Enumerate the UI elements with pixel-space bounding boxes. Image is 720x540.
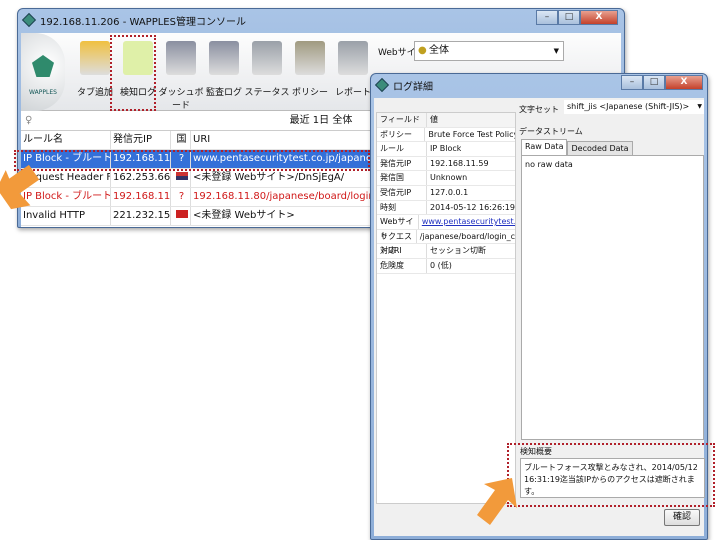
app-icon: [374, 77, 390, 93]
raw-data-text: no raw data: [525, 160, 573, 169]
field-value: 192.168.11.59: [430, 158, 489, 168]
column-header[interactable]: 発信元IP: [111, 131, 171, 149]
report-icon: [338, 41, 368, 75]
field-table-header: フィールド値: [377, 113, 515, 128]
maximize-button[interactable]: □: [558, 10, 580, 25]
field-name: 時刻: [377, 200, 427, 215]
field-row: ポリシー Brute Force Test Policy: [377, 127, 515, 143]
column-header[interactable]: 国: [171, 131, 191, 149]
wapples-logo-icon: [32, 55, 54, 77]
field-table: フィールド値 ポリシー Brute Force Test Policy ルール IP …: [376, 112, 516, 504]
arrow-icon: [477, 478, 517, 525]
filter-text: 最近 1日 全体: [289, 115, 353, 126]
highlight-selected-row: [14, 150, 370, 171]
add-tab-icon: [80, 41, 110, 75]
field-name: 対応: [377, 244, 427, 258]
toolbar-label: 監査ログ: [205, 88, 242, 98]
field-row: Webサイトwww.pentasecuritytest.co.jp: [377, 215, 515, 240]
country-cell: [171, 207, 191, 225]
field-value: IP Block: [430, 144, 462, 154]
field-name: 発信国: [377, 171, 427, 185]
value-header: 値: [430, 115, 438, 124]
globe-icon: ●: [418, 45, 427, 56]
minimize-button[interactable]: –: [621, 75, 643, 90]
field-row: 発信元IP 192.168.11.59: [377, 156, 515, 172]
field-value: /japanese/board/login_chk.php: [419, 231, 515, 241]
highlight-detection-summary: [507, 443, 715, 507]
field-value: 2014-05-12 16:26:19: [430, 202, 515, 212]
wapples-logo: WAPPLES: [21, 33, 65, 111]
main-title: 192.168.11.206 - WAPPLES管理コンソール: [40, 16, 246, 28]
dialog-window-controls: – □ X: [621, 75, 703, 90]
field-row: リクエストURI/japanese/board/login_chk.php: [377, 229, 515, 255]
field-value: 127.0.0.1: [430, 187, 469, 197]
toolbar-label: ポリシー: [291, 88, 328, 98]
chevron-down-icon: ▼: [697, 103, 702, 110]
flag-icon: [175, 210, 188, 218]
field-row: 時刻 2014-05-12 16:26:19: [377, 200, 515, 216]
website-value: 全体: [429, 45, 449, 56]
field-value: 0 (低): [430, 260, 452, 270]
toolbar-button[interactable]: ポリシー: [286, 41, 334, 98]
dialog-title: ログ詳細: [393, 81, 433, 93]
field-row: 危険度 0 (低): [377, 258, 515, 274]
ip-cell: 221.232.155.50: [111, 207, 171, 225]
maximize-button[interactable]: □: [643, 75, 665, 90]
close-button[interactable]: X: [580, 10, 618, 25]
toolbar-button[interactable]: ステータス: [243, 41, 291, 98]
logo-text: WAPPLES: [29, 89, 57, 96]
field-name: 危険度: [377, 258, 427, 273]
tab-decoded-data[interactable]: Decoded Data: [567, 141, 633, 156]
minimize-button[interactable]: –: [536, 10, 558, 25]
pin-icon: ♀: [25, 115, 33, 126]
raw-data-area[interactable]: no raw data: [521, 155, 704, 440]
policy-icon: [295, 41, 325, 75]
column-header[interactable]: ルール名: [21, 131, 111, 149]
flag-icon: [175, 172, 188, 180]
charset-label: 文字セット: [519, 105, 559, 114]
audit-log-icon: [209, 41, 239, 75]
field-header: フィールド: [377, 113, 427, 127]
field-name: 発信元IP: [377, 156, 427, 171]
field-name: リクエストURI: [377, 229, 417, 255]
app-icon: [21, 12, 37, 28]
charset-value: shift_jis <Japanese (Shift-JIS)>: [567, 102, 690, 111]
dashboard-icon: [166, 41, 196, 75]
field-row: 受信元IP 127.0.0.1: [377, 185, 515, 201]
main-titlebar: 192.168.11.206 - WAPPLES管理コンソール: [18, 9, 624, 31]
chevron-down-icon: ▼: [553, 47, 559, 55]
field-row: 対応 セッション切断: [377, 244, 515, 259]
toolbar-label: ダッシュボード: [158, 88, 204, 111]
field-name: ポリシー: [377, 127, 426, 142]
field-value: Brute Force Test Policy: [428, 129, 515, 139]
datastream-label: データストリーム: [519, 127, 583, 136]
arrow-icon: [0, 164, 40, 210]
unknown-country: ?: [178, 191, 185, 202]
field-value: セッション切断: [430, 246, 486, 256]
field-row: ルール IP Block: [377, 142, 515, 157]
field-value[interactable]: www.pentasecuritytest.co.jp: [419, 215, 515, 229]
field-name: 受信元IP: [377, 185, 427, 200]
field-name: Webサイト: [377, 215, 419, 240]
charset-select[interactable]: shift_jis <Japanese (Shift-JIS)> ▼: [564, 100, 704, 114]
country-cell: ?: [171, 188, 191, 206]
status-icon: [252, 41, 282, 75]
field-name: ルール: [377, 142, 427, 156]
field-row: 発信国 Unknown: [377, 171, 515, 186]
window-controls: – □ X: [536, 10, 618, 25]
toolbar-label: ステータス: [244, 88, 290, 98]
ok-button[interactable]: 確認: [664, 509, 700, 526]
toolbar-button[interactable]: ダッシュボード: [157, 41, 205, 111]
ip-cell: 192.168.11.59: [111, 188, 171, 206]
website-select[interactable]: ● 全体 ▼: [414, 41, 564, 61]
close-button[interactable]: X: [665, 75, 703, 90]
highlight-detection-log: [110, 35, 156, 111]
ip-cell: 162.253.66.74: [111, 169, 171, 187]
toolbar-button[interactable]: 監査ログ: [200, 41, 248, 98]
field-value: Unknown: [430, 173, 468, 183]
country-cell: [171, 169, 191, 187]
tab-raw-data[interactable]: Raw Data: [521, 139, 568, 156]
